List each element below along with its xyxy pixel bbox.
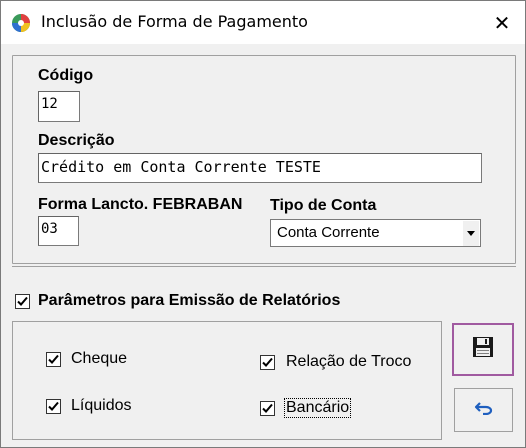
close-button[interactable]: ✕ <box>479 1 525 44</box>
codigo-field[interactable]: 12 <box>38 91 80 122</box>
undo-button[interactable] <box>454 388 513 432</box>
app-icon <box>11 13 31 33</box>
codigo-label: Código <box>38 67 94 84</box>
cheque-checkbox[interactable] <box>46 352 61 367</box>
checkmark-icon <box>17 296 28 306</box>
separator <box>12 266 516 267</box>
descricao-label: Descrição <box>38 132 115 149</box>
relatorios-checkbox[interactable] <box>15 294 30 309</box>
undo-arrow-icon <box>474 401 494 420</box>
checkmark-icon <box>262 357 273 367</box>
bancario-label: Bancário <box>284 398 352 418</box>
relatorios-title: Parâmetros para Emissão de Relatórios <box>38 292 341 309</box>
window-title: Inclusão de Forma de Pagamento <box>41 12 308 31</box>
title-bar: Inclusão de Forma de Pagamento ✕ <box>1 1 525 44</box>
tipo-conta-select[interactable]: Conta Corrente <box>270 219 481 247</box>
liquidos-label: Líquidos <box>71 397 132 414</box>
forma-febraban-field[interactable]: 03 <box>38 216 79 246</box>
checkmark-icon <box>48 401 59 411</box>
liquidos-checkbox[interactable] <box>46 399 61 414</box>
floppy-disk-icon <box>472 336 494 363</box>
checkmark-icon <box>262 403 273 413</box>
dialog-window: Inclusão de Forma de Pagamento ✕ Código … <box>0 0 526 448</box>
relacao-troco-label: Relação de Troco <box>286 353 412 370</box>
cheque-label: Cheque <box>71 350 128 367</box>
forma-febraban-label: Forma Lancto. FEBRABAN <box>38 196 243 213</box>
chevron-down-icon[interactable] <box>463 221 479 246</box>
relacao-troco-checkbox[interactable] <box>260 355 275 370</box>
bancario-checkbox[interactable] <box>260 401 275 416</box>
descricao-field[interactable]: Crédito em Conta Corrente TESTE <box>38 153 482 183</box>
relatorios-group <box>12 321 442 440</box>
tipo-conta-label: Tipo de Conta <box>270 197 377 214</box>
checkmark-icon <box>48 354 59 364</box>
save-button[interactable] <box>452 323 514 376</box>
close-icon: ✕ <box>493 10 511 35</box>
tipo-conta-value: Conta Corrente <box>277 224 380 241</box>
